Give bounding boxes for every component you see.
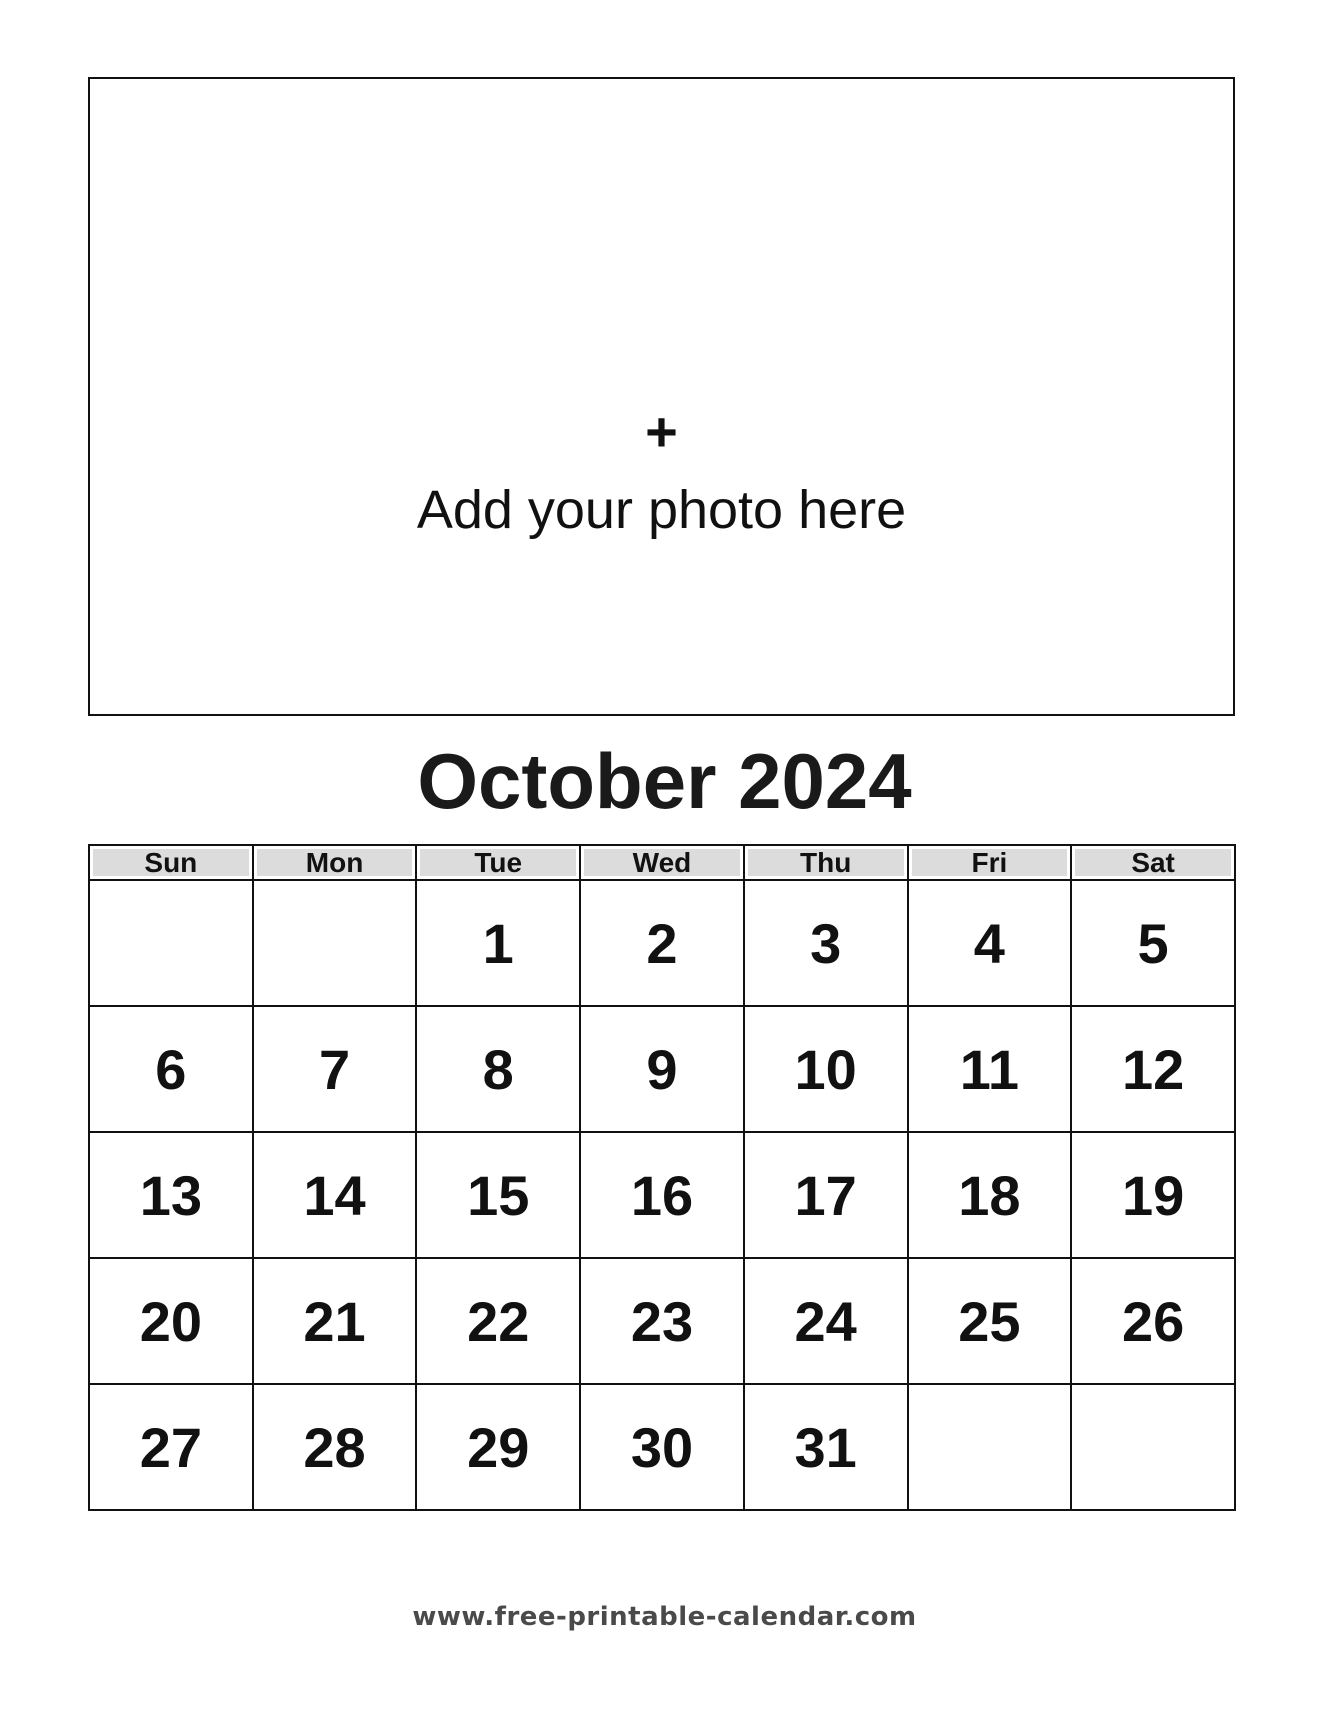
day-cell: 7 [251,1005,418,1133]
day-cell: 23 [579,1257,745,1385]
weekday-header: Sun [88,844,254,881]
day-cell: 25 [906,1257,1073,1385]
day-cell: 15 [415,1131,582,1259]
day-cell: 12 [1070,1005,1236,1133]
photo-placeholder-label: Add your photo here [416,480,907,540]
photo-placeholder[interactable]: + Add your photo here [88,77,1235,716]
day-cell: 26 [1070,1257,1236,1385]
footer-website: www.free-printable-calendar.com [412,1602,917,1632]
day-cell: 27 [88,1383,254,1511]
calendar-title: October 2024 [417,737,912,825]
day-cell: 20 [88,1257,254,1385]
day-cell: 17 [742,1131,909,1259]
day-cell: 13 [88,1131,254,1259]
week-row: 12345 [88,879,1236,1007]
day-cell: 31 [742,1383,909,1511]
day-cell: 18 [906,1131,1073,1259]
day-cell: 29 [415,1383,582,1511]
day-cell: 3 [742,879,909,1007]
day-cell: 6 [88,1005,254,1133]
day-cell: 2 [579,879,745,1007]
empty-day-cell [1070,1383,1236,1511]
plus-icon: + [645,400,678,463]
empty-day-cell [906,1383,1073,1511]
weekday-header: Thu [742,844,909,881]
day-cell: 4 [906,879,1073,1007]
day-cell: 8 [415,1005,582,1133]
empty-day-cell [251,879,418,1007]
day-cell: 10 [742,1005,909,1133]
day-cell: 1 [415,879,582,1007]
day-cell: 5 [1070,879,1236,1007]
day-cell: 14 [251,1131,418,1259]
weekday-header: Sat [1070,844,1236,881]
weekday-header: Mon [251,844,418,881]
day-cell: 22 [415,1257,582,1385]
weekday-header: Fri [906,844,1073,881]
day-cell: 19 [1070,1131,1236,1259]
day-cell: 9 [579,1005,745,1133]
day-cell: 11 [906,1005,1073,1133]
day-cell: 21 [251,1257,418,1385]
week-row: 6 7 8 9 10 11 12 [88,1005,1236,1133]
day-cell: 16 [579,1131,745,1259]
day-cell: 28 [251,1383,418,1511]
week-row: 27 28 29 30 31 [88,1383,1236,1511]
calendar-grid: Sun Mon Tue Wed Thu Fri Sat 1 2 3 4 5 6 7 8 9 10 1… [88,844,1236,1511]
weekday-header: Wed [579,844,745,881]
day-cell: 24 [742,1257,909,1385]
weekday-header-row: Sun Mon Tue Wed Thu Fri Sat [88,844,1236,881]
week-row: 13 14 15 16 17 18 19 [88,1131,1236,1259]
empty-day-cell [88,879,254,1007]
week-row: 20 21 22 23 24 25 26 [88,1257,1236,1385]
weekday-header: Tue [415,844,582,881]
day-cell: 30 [579,1383,745,1511]
